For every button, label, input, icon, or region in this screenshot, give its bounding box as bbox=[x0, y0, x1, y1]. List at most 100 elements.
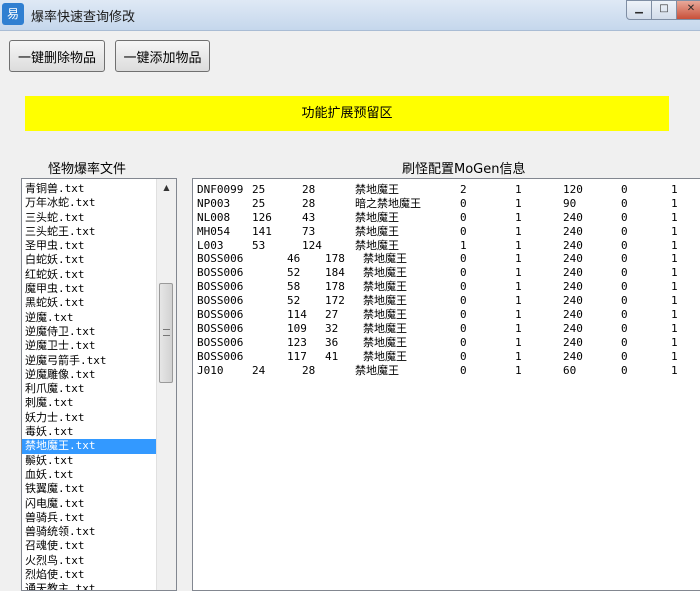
list-item[interactable]: 通天教主.txt bbox=[22, 582, 156, 590]
list-item[interactable]: 逆魔侍卫.txt bbox=[22, 325, 156, 339]
cell-monster: 禁地魔王 bbox=[363, 335, 407, 349]
mogen-row: BOSS006 52 172 禁地魔王 0 1 240 0 1 bbox=[197, 294, 700, 308]
cell-range: 1 bbox=[515, 224, 522, 238]
list-item[interactable]: 闪电魔.txt bbox=[22, 497, 156, 511]
cell-range: 1 bbox=[515, 349, 522, 363]
scroll-thumb[interactable] bbox=[159, 283, 173, 383]
list-item[interactable]: 血妖.txt bbox=[22, 468, 156, 482]
mogen-row: MH054 141 73 禁地魔王 0 1 240 0 1 bbox=[197, 225, 700, 239]
cell-monster: 禁地魔王 bbox=[355, 224, 399, 238]
cell-range: 1 bbox=[515, 183, 522, 196]
list-item[interactable]: 禁地魔王.txt bbox=[22, 439, 156, 454]
list-item[interactable]: 红蛇妖.txt bbox=[22, 268, 156, 282]
cell-y: 124 bbox=[302, 238, 322, 252]
cell-y: 27 bbox=[325, 308, 339, 322]
cell-count: 0 bbox=[460, 252, 467, 266]
cell-flag: 0 bbox=[621, 266, 628, 280]
cell-y: 28 bbox=[302, 196, 316, 210]
list-item[interactable]: 三头蛇.txt bbox=[22, 211, 156, 225]
cell-map: J010 bbox=[197, 363, 224, 377]
cell-map: BOSS006 bbox=[197, 321, 244, 335]
cell-map: L003 bbox=[197, 238, 224, 252]
mogen-row: BOSS006 123 36 禁地魔王 0 1 240 0 1 bbox=[197, 336, 700, 350]
cell-count: 1 bbox=[460, 238, 467, 252]
cell-flag: 0 bbox=[621, 349, 628, 363]
list-item[interactable]: 兽骑兵.txt bbox=[22, 511, 156, 525]
title-bar[interactable]: 易 爆率快速查询修改 ▁ □ ✕ bbox=[0, 0, 700, 31]
cell-extra: 1 bbox=[671, 294, 678, 308]
list-item[interactable]: 白蛇妖.txt bbox=[22, 253, 156, 267]
list-item[interactable]: 青铜兽.txt bbox=[22, 182, 156, 196]
cell-y: 28 bbox=[302, 183, 316, 196]
list-item[interactable]: 兽骑统领.txt bbox=[22, 525, 156, 539]
list-item[interactable]: 逆魔.txt bbox=[22, 311, 156, 325]
cell-monster: 禁地魔王 bbox=[363, 321, 407, 335]
minimize-icon: ▁ bbox=[635, 3, 643, 14]
cell-count: 0 bbox=[460, 363, 467, 377]
scroll-up-icon[interactable]: ▲ bbox=[157, 179, 176, 196]
app-icon: 易 bbox=[2, 3, 24, 25]
cell-range: 1 bbox=[515, 196, 522, 210]
cell-range: 1 bbox=[515, 266, 522, 280]
list-item[interactable]: 圣甲虫.txt bbox=[22, 239, 156, 253]
cell-monster: 禁地魔王 bbox=[363, 349, 407, 363]
cell-time: 240 bbox=[563, 280, 583, 294]
list-item[interactable]: 万年冰蛇.txt bbox=[22, 196, 156, 210]
list-item[interactable]: 烈焰使.txt bbox=[22, 568, 156, 582]
cell-flag: 0 bbox=[621, 252, 628, 266]
cell-count: 0 bbox=[460, 210, 467, 224]
list-item[interactable]: 黑蛇妖.txt bbox=[22, 296, 156, 310]
cell-y: 178 bbox=[325, 252, 345, 266]
cell-flag: 0 bbox=[621, 183, 628, 196]
grip-icon bbox=[163, 329, 170, 336]
maximize-button[interactable]: □ bbox=[651, 0, 677, 20]
list-item[interactable]: 铁翼魔.txt bbox=[22, 482, 156, 496]
cell-extra: 1 bbox=[671, 252, 678, 266]
cell-flag: 0 bbox=[621, 280, 628, 294]
list-item[interactable]: 逆魔弓箭手.txt bbox=[22, 354, 156, 368]
cell-y: 73 bbox=[302, 224, 316, 238]
list-item[interactable]: 逆魔卫士.txt bbox=[22, 339, 156, 353]
cell-x: 52 bbox=[287, 266, 301, 280]
cell-count: 0 bbox=[460, 280, 467, 294]
list-item[interactable]: 召魂使.txt bbox=[22, 539, 156, 553]
list-item[interactable]: 魔甲虫.txt bbox=[22, 282, 156, 296]
close-button[interactable]: ✕ bbox=[676, 0, 700, 20]
cell-time: 240 bbox=[563, 266, 583, 280]
list-item[interactable]: 刺魔.txt bbox=[22, 396, 156, 410]
cell-extra: 1 bbox=[671, 363, 678, 377]
list-item[interactable]: 火烈鸟.txt bbox=[22, 554, 156, 568]
list-item[interactable]: 利爪魔.txt bbox=[22, 382, 156, 396]
list-item[interactable]: 逆魔雕像.txt bbox=[22, 368, 156, 382]
cell-flag: 0 bbox=[621, 335, 628, 349]
cell-extra: 1 bbox=[671, 183, 678, 196]
list-scrollbar[interactable]: ▲ bbox=[156, 179, 176, 590]
cell-x: 25 bbox=[252, 183, 266, 196]
cell-map: BOSS006 bbox=[197, 252, 244, 266]
minimize-button[interactable]: ▁ bbox=[626, 0, 652, 20]
cell-flag: 0 bbox=[621, 321, 628, 335]
add-items-button[interactable]: 一键添加物品 bbox=[115, 40, 210, 72]
cell-map: BOSS006 bbox=[197, 280, 244, 294]
mogen-row: BOSS006 114 27 禁地魔王 0 1 240 0 1 bbox=[197, 308, 700, 322]
mogen-info-textarea[interactable]: DNF0099 25 28 禁地魔王 2 1 120 0 1 NP003 25 28 暗之禁地魔王 0 1 9… bbox=[192, 178, 700, 591]
list-item[interactable]: 鬃妖.txt bbox=[22, 454, 156, 468]
cell-x: 25 bbox=[252, 196, 266, 210]
list-item[interactable]: 毒妖.txt bbox=[22, 425, 156, 439]
cell-extra: 1 bbox=[671, 266, 678, 280]
cell-x: 58 bbox=[287, 280, 301, 294]
cell-count: 0 bbox=[460, 196, 467, 210]
cell-extra: 1 bbox=[671, 210, 678, 224]
list-item[interactable]: 妖力士.txt bbox=[22, 411, 156, 425]
cell-time: 240 bbox=[563, 224, 583, 238]
cell-flag: 0 bbox=[621, 224, 628, 238]
cell-y: 28 bbox=[302, 363, 316, 377]
delete-items-button[interactable]: 一键删除物品 bbox=[9, 40, 105, 72]
monster-file-list[interactable]: 青铜兽.txt 万年冰蛇.txt 三头蛇.txt 三头蛇王.txt 圣甲虫.txt 白蛇妖… bbox=[21, 178, 177, 591]
cell-extra: 1 bbox=[671, 196, 678, 210]
cell-extra: 1 bbox=[671, 224, 678, 238]
list-item[interactable]: 三头蛇王.txt bbox=[22, 225, 156, 239]
mogen-rows: DNF0099 25 28 禁地魔王 2 1 120 0 1 NP003 25 28 暗之禁地魔王 0 1 9… bbox=[197, 183, 700, 377]
cell-x: 126 bbox=[252, 210, 272, 224]
cell-x: 114 bbox=[287, 308, 307, 322]
